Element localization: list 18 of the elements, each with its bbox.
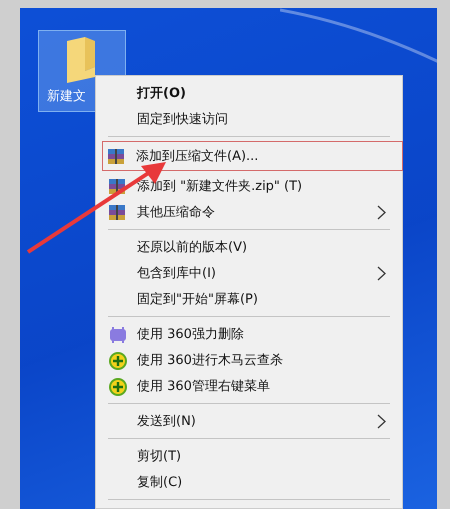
archive-icon xyxy=(109,179,125,194)
menu-item[interactable]: 固定到"开始"屏幕(P) xyxy=(98,286,403,312)
plus-circle-icon xyxy=(109,378,127,396)
menu-item[interactable]: 包含到库中(I) xyxy=(98,260,403,286)
menu-item[interactable]: 还原以前的版本(V) xyxy=(98,234,403,260)
menu-item[interactable]: 其他压缩命令 xyxy=(98,199,403,225)
shredder-icon xyxy=(109,327,127,343)
menu-item[interactable]: 发送到(N) xyxy=(98,408,403,434)
menu-item[interactable]: 复制(C) xyxy=(98,469,403,495)
menu-item[interactable]: 使用 360进行木马云查杀 xyxy=(98,347,403,373)
menu-item[interactable]: 使用 360管理右键菜单 xyxy=(98,373,403,399)
menu-item[interactable]: 剪切(T) xyxy=(98,443,403,469)
menu-item[interactable]: 添加到压缩文件(A)... xyxy=(102,141,403,171)
plus-circle-icon xyxy=(109,352,127,370)
menu-item[interactable]: 使用 360强力删除 xyxy=(98,321,403,347)
archive-icon xyxy=(108,149,124,164)
folder-label: 新建文 xyxy=(46,88,86,105)
archive-icon xyxy=(109,205,125,220)
